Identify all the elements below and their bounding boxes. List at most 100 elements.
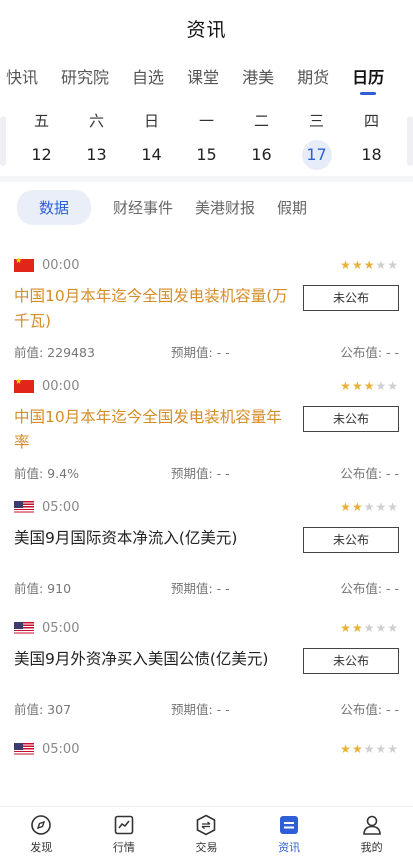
star-icon: ★ (351, 621, 364, 635)
us-flag-icon (14, 500, 34, 514)
status-badge[interactable]: 未公布 (303, 406, 399, 432)
published-value: 公布值: - - (340, 702, 399, 717)
star-icon: ★ (375, 621, 388, 635)
us-flag-icon (14, 742, 34, 756)
news-icon (278, 814, 300, 836)
forecast-value: 预期值: - - (171, 466, 230, 481)
star-icon: ★ (340, 621, 352, 635)
event-time: 05:00 (42, 620, 80, 636)
date-cell[interactable]: 13 (82, 142, 112, 168)
weekday-label: 三 (308, 112, 324, 130)
tabs-fade (0, 56, 10, 96)
subtab-earnings[interactable]: 美港财报 (195, 197, 255, 218)
date-cell[interactable]: 12 (27, 142, 57, 168)
week-strip: 五 六 日 一 二 三 四 12 13 14 15 16 17 18 (0, 96, 413, 176)
star-icon: ★ (387, 621, 399, 635)
tab-flash-news[interactable]: 快讯 (6, 64, 38, 88)
star-icon: ★ (375, 500, 388, 514)
subtab-holidays[interactable]: 假期 (277, 197, 307, 218)
category-tabs: 快讯 研究院 自选 课堂 港美 期货 日历 (0, 56, 413, 96)
star-icon: ★ (363, 621, 376, 635)
nav-discover[interactable]: 发现 (0, 807, 83, 862)
bottom-nav: 发现 行情 交易 资讯 我的 (0, 806, 413, 862)
event-list[interactable]: 00:00 ★★★★★ 中国10月本年迄今全国发电装机容量(万千瓦) 未公布 前… (0, 246, 413, 806)
published-value: 公布值: - - (340, 581, 399, 596)
event-name: 中国10月本年迄今全国发电装机容量(万千瓦) (14, 287, 288, 330)
star-icon: ★ (340, 742, 352, 756)
china-flag-icon (14, 377, 34, 393)
nav-news[interactable]: 资讯 (248, 807, 331, 862)
weekday-label: 日 (143, 112, 159, 130)
week-next-edge[interactable] (407, 116, 413, 166)
weekday-label: 五 (33, 112, 49, 130)
status-badge[interactable]: 未公布 (303, 285, 399, 311)
event-name: 中国10月本年迄今全国发电装机容量年率 (14, 408, 282, 451)
nav-label: 行情 (112, 841, 135, 854)
calendar-subtabs: 数据 财经事件 美港财报 假期 (0, 182, 413, 232)
weekday-label: 二 (253, 112, 269, 130)
forecast-value: 预期值: - - (171, 345, 230, 360)
tab-calendar[interactable]: 日历 (352, 64, 384, 88)
status-badge[interactable]: 未公布 (303, 648, 399, 674)
tab-research[interactable]: 研究院 (61, 64, 109, 88)
week-prev-edge[interactable] (0, 116, 6, 166)
date-cell[interactable]: 14 (137, 142, 167, 168)
nav-market[interactable]: 行情 (83, 807, 166, 862)
event-name: 美国9月国际资本净流入(亿美元) (14, 529, 238, 547)
star-icon: ★ (351, 379, 364, 393)
importance-stars: ★★★★★ (340, 742, 399, 756)
importance-stars: ★★★★★ (340, 621, 399, 635)
status-badge[interactable]: 未公布 (303, 527, 399, 553)
tab-futures[interactable]: 期货 (297, 64, 329, 88)
event-name: 美国9月外资净买入美国公债(亿美元) (14, 650, 269, 668)
weekday-label: 四 (363, 112, 379, 130)
event-time: 00:00 (42, 257, 80, 273)
subtab-events[interactable]: 财经事件 (113, 197, 173, 218)
tab-classroom[interactable]: 课堂 (187, 64, 219, 88)
nav-label: 资讯 (278, 841, 301, 854)
list-item[interactable]: 05:00 ★★★★★ 美国9月国际资本净流入(亿美元) 未公布 前值: 910… (0, 488, 413, 609)
star-icon: ★ (351, 500, 364, 514)
star-icon: ★ (375, 379, 388, 393)
list-item[interactable]: 00:00 ★★★★★ 中国10月本年迄今全国发电装机容量(万千瓦) 未公布 前… (0, 246, 413, 367)
china-flag-icon (14, 256, 34, 272)
star-icon: ★ (387, 742, 399, 756)
star-icon: ★ (351, 742, 364, 756)
star-icon: ★ (363, 742, 376, 756)
star-icon: ★ (387, 500, 399, 514)
nav-trade[interactable]: 交易 (165, 807, 248, 862)
previous-value: 前值: 910 (14, 581, 72, 596)
app-header: 资讯 (0, 0, 413, 56)
weekday-row: 五 六 日 一 二 三 四 (0, 108, 413, 134)
importance-stars: ★★★★★ (340, 500, 399, 514)
tab-hk-us[interactable]: 港美 (242, 64, 274, 88)
nav-label: 发现 (30, 841, 53, 854)
previous-value: 前值: 307 (14, 702, 72, 717)
date-cell-selected[interactable]: 17 (301, 140, 332, 170)
date-cell[interactable]: 15 (192, 142, 222, 168)
list-item[interactable]: 05:00 ★★★★★ 美国9月外资净买入美国公债(亿美元) 未公布 前值: 3… (0, 609, 413, 730)
date-row: 12 13 14 15 16 17 18 (0, 134, 413, 170)
star-icon: ★ (375, 258, 388, 272)
weekday-label: 一 (198, 112, 214, 130)
published-value: 公布值: - - (340, 466, 399, 481)
list-item[interactable]: 05:00 ★★★★★ (0, 730, 413, 806)
event-time: 00:00 (42, 378, 80, 394)
date-cell[interactable]: 16 (247, 142, 277, 168)
previous-value: 前值: 9.4% (14, 466, 79, 481)
nav-label: 交易 (195, 841, 218, 854)
tab-watchlist[interactable]: 自选 (132, 64, 164, 88)
star-icon: ★ (340, 500, 352, 514)
nav-profile[interactable]: 我的 (330, 807, 413, 862)
subtab-data[interactable]: 数据 (17, 189, 92, 225)
list-item[interactable]: 00:00 ★★★★★ 中国10月本年迄今全国发电装机容量年率 未公布 前值: … (0, 367, 413, 488)
star-icon: ★ (363, 258, 376, 272)
previous-value: 前值: 229483 (14, 345, 95, 360)
us-flag-icon (14, 621, 34, 635)
date-cell[interactable]: 18 (357, 142, 387, 168)
profile-icon (361, 814, 383, 836)
event-time: 05:00 (42, 499, 80, 515)
forecast-value: 预期值: - - (171, 581, 230, 596)
forecast-value: 预期值: - - (171, 702, 230, 717)
event-time: 05:00 (42, 741, 80, 757)
